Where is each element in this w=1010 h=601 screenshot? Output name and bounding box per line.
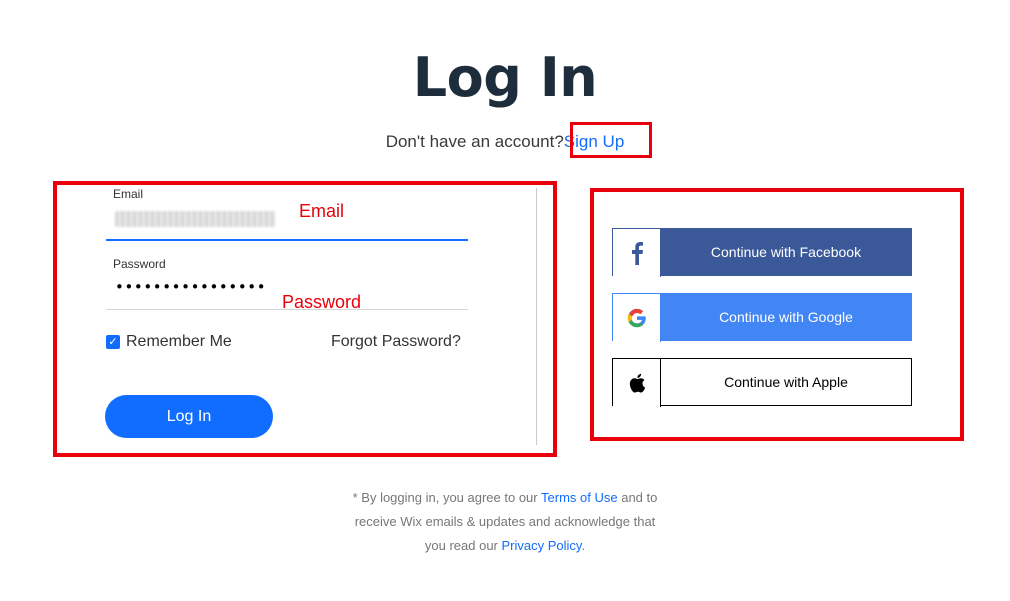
privacy-suffix: . bbox=[581, 538, 586, 553]
google-button-label: Continue with Google bbox=[661, 294, 911, 340]
continue-with-facebook-button[interactable]: Continue with Facebook bbox=[612, 228, 912, 277]
apple-icon bbox=[613, 359, 661, 407]
terms-notice-line-2: receive Wix emails & updates and acknowl… bbox=[354, 514, 656, 529]
signup-prompt-text: Don't have an account? bbox=[385, 132, 564, 151]
privacy-prefix: you read our bbox=[424, 538, 498, 553]
terms-notice-line-3: you read our Privacy Policy. bbox=[0, 534, 1010, 558]
email-annotation: Email bbox=[299, 201, 345, 221]
continue-with-google-button[interactable]: Continue with Google bbox=[612, 293, 912, 342]
terms-notice: * By logging in, you agree to our Terms … bbox=[0, 486, 1010, 558]
vertical-divider bbox=[536, 188, 537, 445]
terms-suffix: and to bbox=[621, 490, 658, 505]
google-icon bbox=[613, 294, 661, 342]
facebook-button-label: Continue with Facebook bbox=[661, 229, 911, 275]
signup-prompt: Don't have an account?Sign Up bbox=[0, 132, 1010, 152]
terms-prefix: * By logging in, you agree to our bbox=[352, 490, 538, 505]
apple-button-label: Continue with Apple bbox=[661, 359, 911, 405]
password-label: Password bbox=[113, 257, 166, 271]
page-title: Log In bbox=[412, 46, 598, 109]
password-annotation: Password bbox=[282, 292, 362, 312]
email-field[interactable] bbox=[115, 211, 275, 227]
password-field[interactable]: •••••••••••••••• bbox=[115, 278, 266, 296]
remember-me-label[interactable]: Remember Me bbox=[126, 333, 232, 351]
privacy-policy-link[interactable]: Privacy Policy bbox=[502, 538, 582, 553]
email-label: Email bbox=[113, 187, 144, 201]
continue-with-apple-button[interactable]: Continue with Apple bbox=[612, 358, 912, 407]
terms-of-use-link[interactable]: Terms of Use bbox=[541, 490, 618, 505]
terms-notice-line-1: * By logging in, you agree to our Terms … bbox=[0, 486, 1010, 510]
forgot-password-link[interactable]: Forgot Password? bbox=[331, 333, 461, 351]
signup-highlight-box bbox=[570, 122, 652, 158]
remember-me-checkbox[interactable]: ✓ bbox=[106, 335, 120, 349]
facebook-icon bbox=[613, 229, 661, 277]
email-field-underline bbox=[106, 239, 468, 241]
login-button[interactable]: Log In bbox=[105, 395, 273, 438]
